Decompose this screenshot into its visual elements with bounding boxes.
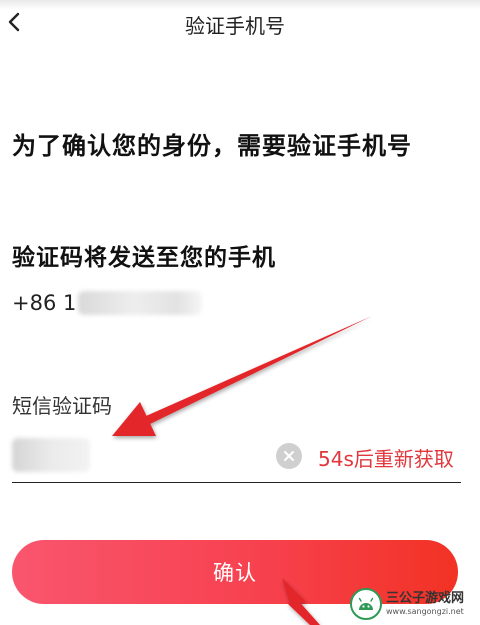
clear-input-button[interactable] bbox=[276, 443, 302, 469]
annotation-arrow-head bbox=[112, 402, 156, 436]
android-logo-icon bbox=[350, 588, 382, 620]
resend-code-countdown[interactable]: 54s后重新获取 bbox=[318, 443, 454, 472]
phone-number-redacted bbox=[78, 291, 203, 315]
header: 验证手机号 bbox=[0, 0, 480, 48]
site-watermark: 三公子游戏网 www.sangongzi.net bbox=[350, 586, 476, 622]
verify-heading: 为了确认您的身份，需要验证手机号 bbox=[12, 132, 412, 160]
phone-prefix: +86 1 bbox=[12, 291, 77, 315]
clear-circle-icon bbox=[284, 451, 294, 461]
annotation-arrow-shaft bbox=[146, 316, 372, 424]
input-underline bbox=[12, 482, 461, 483]
watermark-title: 三公子游戏网 bbox=[386, 591, 465, 606]
sms-code-input[interactable] bbox=[12, 438, 90, 472]
sms-code-label: 短信验证码 bbox=[12, 394, 112, 418]
watermark-url: www.sangongzi.net bbox=[386, 607, 464, 616]
send-to-phone-heading: 验证码将发送至您的手机 bbox=[12, 245, 276, 271]
phone-number: +86 1 bbox=[12, 288, 203, 318]
page-title: 验证手机号 bbox=[185, 14, 285, 38]
